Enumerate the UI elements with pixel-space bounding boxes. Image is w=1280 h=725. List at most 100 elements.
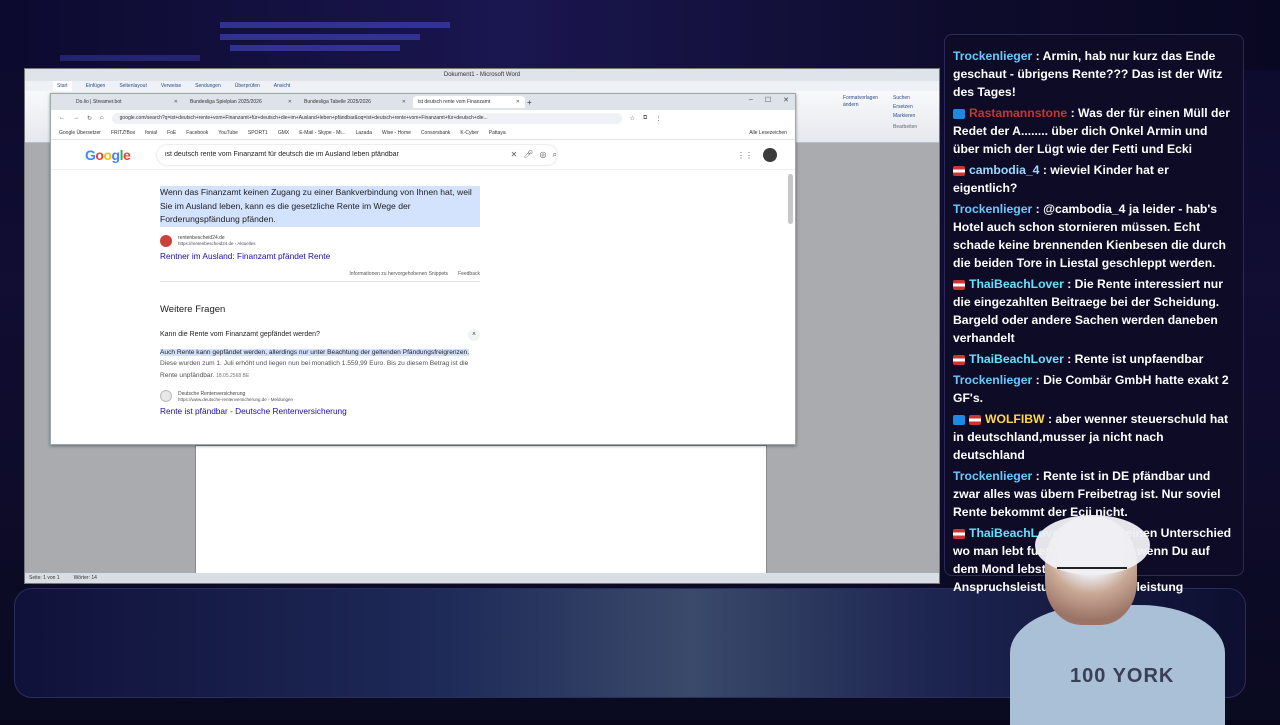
chat-message: WOLFIBW : aber wenner steuerschuld hat i… xyxy=(953,410,1235,464)
page-count: Seite: 1 von 1 xyxy=(29,575,60,581)
chat-username: ThaiBeachLover xyxy=(969,352,1064,366)
word-title: Dokument1 - Microsoft Word xyxy=(25,69,939,81)
word-tab-ansicht[interactable]: Ansicht xyxy=(274,81,290,91)
result-source[interactable]: rentenbescheid24.de https://rentenbesche… xyxy=(160,234,480,247)
chat-overlay: Trockenlieger : Armin, hab nur kurz das … xyxy=(944,34,1244,594)
bookmark-item[interactable]: Pattaya xyxy=(489,130,506,136)
clear-icon[interactable]: ✕ xyxy=(511,150,518,159)
flag-icon xyxy=(953,165,965,176)
close-window-icon[interactable]: ✕ xyxy=(783,96,789,104)
back-icon[interactable]: ← xyxy=(59,115,65,121)
google-header: Google ist deutsch rente vom Finanzamt f… xyxy=(51,140,795,170)
apps-grid-icon[interactable]: ⋮⋮ xyxy=(737,151,753,160)
people-also-ask-heading: Weitere Fragen xyxy=(160,303,226,315)
bookmark-item[interactable]: Facebook xyxy=(186,130,208,136)
answer-rest: Diese wurden zum 1. Juli erhöht und lieg… xyxy=(160,360,469,379)
search-input[interactable]: ist deutsch rente vom Finanzamt für deut… xyxy=(165,151,505,158)
select-button[interactable]: Markieren xyxy=(893,113,915,119)
mic-icon[interactable]: 🎤︎ xyxy=(523,150,533,159)
minimize-icon[interactable]: – xyxy=(749,96,753,104)
chat-username: cambodia_4 xyxy=(969,163,1040,177)
close-icon[interactable]: ✕ xyxy=(516,99,520,105)
close-icon[interactable]: ✕ xyxy=(402,99,406,105)
scrollbar[interactable] xyxy=(788,174,793,224)
bookmark-item[interactable]: K-Cyber xyxy=(460,130,478,136)
feedback-link[interactable]: Feedback xyxy=(458,271,480,277)
shirt-print: 100 YORK xyxy=(1070,665,1175,687)
result-source[interactable]: Deutsche Rentenversicherung https://www.… xyxy=(160,390,480,402)
bookmark-item[interactable]: Wise - Home xyxy=(382,130,411,136)
bookmark-item[interactable]: fonial xyxy=(145,130,157,136)
bookmark-item[interactable]: FRITZ!Box xyxy=(111,130,135,136)
bookmark-item[interactable]: YouTube xyxy=(218,130,238,136)
url-input[interactable]: google.com/search?q=ist+deutsch+rente+vo… xyxy=(111,112,622,124)
browser-tab-spielplan[interactable]: Bundesliga Spielplan 2025/2026 ✕ xyxy=(185,96,297,108)
bookmark-item[interactable]: GMX xyxy=(278,130,289,136)
chat-message: Trockenlieger : @cambodia_4 ja leider - … xyxy=(953,200,1235,272)
chat-message: Trockenlieger : Die Combär GmbH hatte ex… xyxy=(953,371,1235,407)
forward-icon[interactable]: → xyxy=(73,115,79,121)
snippet-info-link[interactable]: Informationen zu hervorgehobenen Snippet… xyxy=(349,271,448,277)
search-icon[interactable]: ⌕ xyxy=(553,150,557,160)
snippet-info-row: Informationen zu hervorgehobenen Snippet… xyxy=(160,271,480,282)
maximize-icon[interactable]: ☐ xyxy=(765,96,771,104)
menu-icon[interactable]: ⋮ xyxy=(655,115,661,122)
chat-message: Trockenlieger : Armin, hab nur kurz das … xyxy=(953,47,1235,101)
tab-label: Do.lio | Streamer.bot xyxy=(76,99,122,105)
bookmark-item[interactable]: Google Übersetzer xyxy=(59,130,101,136)
word-tab-einfuegen[interactable]: Einfügen xyxy=(86,81,106,91)
chat-username: Rastamannstone xyxy=(969,106,1068,120)
tab-label: Bundesliga Tabelle 2025/2026 xyxy=(304,99,371,105)
word-tab-sendungen[interactable]: Sendungen xyxy=(195,81,221,91)
word-tab-verweise[interactable]: Verweise xyxy=(161,81,181,91)
bookmark-item[interactable]: E-Mail - Skype - Mi... xyxy=(299,130,345,136)
browser-tab-search[interactable]: ist deutsch rente vom Finanzamt ✕ xyxy=(413,96,525,108)
chat-username: Trockenlieger xyxy=(953,373,1033,387)
browser-tab-streamerbot[interactable]: Do.lio | Streamer.bot ✕ xyxy=(71,96,183,108)
avatar[interactable] xyxy=(763,148,777,162)
new-tab-icon[interactable]: + xyxy=(527,98,532,107)
google-logo[interactable]: Google xyxy=(85,147,157,163)
home-icon[interactable]: ⌂ xyxy=(100,115,104,121)
close-icon[interactable]: ✕ xyxy=(288,99,292,105)
extensions-icon[interactable]: ⧉ xyxy=(643,115,647,122)
bookmark-item[interactable]: Lazada xyxy=(356,130,372,136)
result-link[interactable]: Rente ist pfändbar - Deutsche Rentenvers… xyxy=(160,406,480,416)
replace-button[interactable]: Ersetzen xyxy=(893,104,913,110)
word-document-page[interactable] xyxy=(195,445,767,575)
bookmark-item[interactable]: SPORT1 xyxy=(248,130,268,136)
bookmark-item[interactable]: Consorsbank xyxy=(421,130,450,136)
word-ribbon-tabs: Start Einfügen Seitenlayout Verweise Sen… xyxy=(25,81,939,91)
lens-icon[interactable]: ◎ xyxy=(540,150,547,159)
flag-icon xyxy=(953,354,965,365)
all-bookmarks[interactable]: Alle Lesezeichen xyxy=(749,130,787,136)
word-tab-start[interactable]: Start xyxy=(53,81,72,91)
streamer-hair xyxy=(1035,515,1150,575)
bookmarks-bar: Google Übersetzer FRITZ!Box fonial FoE F… xyxy=(51,126,795,140)
word-tab-seitenlayout[interactable]: Seitenlayout xyxy=(119,81,147,91)
close-icon[interactable]: ✕ xyxy=(174,99,178,105)
editing-group-label: Bearbeiten xyxy=(893,124,918,130)
bookmark-item[interactable]: FoE xyxy=(167,130,176,136)
word-tab-ueberpruefen[interactable]: Überprüfen xyxy=(235,81,260,91)
site-favicon-icon xyxy=(160,390,172,402)
chat-message: ThaiBeachLover : Die Rente interessiert … xyxy=(953,275,1235,347)
bookmark-star-icon[interactable]: ☆ xyxy=(630,115,635,122)
change-styles-button[interactable]: Formatvorlagen ändern xyxy=(843,95,883,109)
site-favicon-icon xyxy=(160,234,172,247)
find-button[interactable]: Suchen xyxy=(893,95,910,101)
google-search-box[interactable]: ist deutsch rente vom Finanzamt für deut… xyxy=(157,144,557,165)
glasses-icon xyxy=(1057,567,1127,577)
question-item[interactable]: Kann die Rente vom Finanzamt gepfändet w… xyxy=(160,328,480,341)
reload-icon[interactable]: ↻ xyxy=(87,115,92,122)
chevron-up-icon[interactable]: ˄ xyxy=(468,328,480,341)
streamer-shirt: 100 YORK xyxy=(1010,605,1225,725)
answer-highlight: Auch Rente kann gepfändet werden, allerd… xyxy=(160,348,470,356)
chat-message: ThaiBeachLover : Rente ist unpfaendbar xyxy=(953,350,1235,368)
browser-tab-tabelle[interactable]: Bundesliga Tabelle 2025/2026 ✕ xyxy=(299,96,411,108)
result-link[interactable]: Rentner im Ausland: Finanzamt pfändet Re… xyxy=(160,251,480,261)
tab-label: Bundesliga Spielplan 2025/2026 xyxy=(190,99,262,105)
browser-tab-bar: Do.lio | Streamer.bot ✕ Bundesliga Spielp… xyxy=(51,94,795,110)
answer-snippet: Auch Rente kann gepfändet werden, allerd… xyxy=(160,347,480,383)
flag-icon xyxy=(953,279,965,290)
